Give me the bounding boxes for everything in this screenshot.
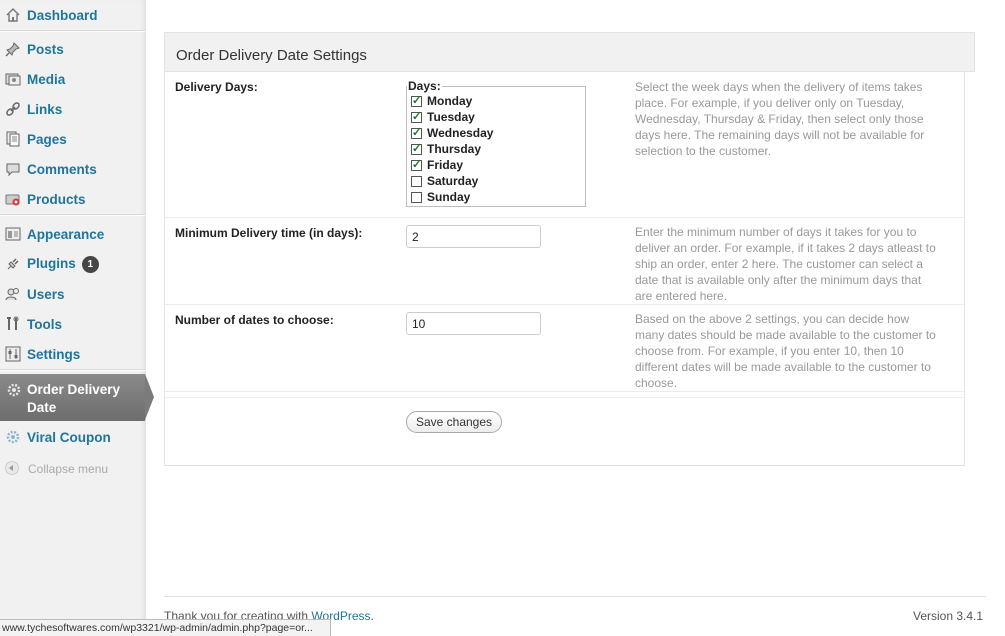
checkbox-wednesday[interactable] (411, 126, 422, 139)
menu-dashboard[interactable]: Dashboard (0, 0, 145, 30)
save-changes-button[interactable]: Save changes (406, 411, 502, 433)
menu-products[interactable]: Products (0, 184, 145, 214)
menu-media[interactable]: Media (0, 64, 145, 94)
menu-plugins-label: Plugins 1 (27, 255, 99, 273)
admin-sidebar: Dashboard Posts Media Links Pages Commen… (0, 0, 154, 636)
menu-plugins-text: Plugins (27, 255, 76, 271)
menu-links-label: Links (27, 101, 63, 117)
num-dates-input[interactable] (406, 312, 541, 335)
menu-separator (0, 214, 145, 216)
menu-pages[interactable]: Pages (0, 124, 145, 154)
menu-separator (0, 30, 145, 32)
media-icon (5, 73, 21, 86)
row-divider (165, 217, 965, 218)
min-delivery-label: Minimum Delivery time (in days): (175, 226, 363, 240)
row-divider (165, 397, 965, 398)
menu-tools-label: Tools (27, 316, 62, 332)
gear-icon (7, 383, 21, 397)
days-legend: Days: (407, 79, 442, 93)
footer-divider (164, 596, 986, 597)
menu-dashboard-label: Dashboard (27, 7, 98, 23)
menu-media-label: Media (27, 71, 66, 87)
browser-status-bar: www.tychesoftwares.com/wp3321/wp-admin/a… (0, 619, 331, 636)
checkbox-tuesday[interactable] (411, 110, 422, 123)
footer-version: Version 3.4.1 (913, 609, 984, 623)
menu-order-delivery-date-label: Order Delivery Date (27, 382, 121, 415)
delivery-days-label: Delivery Days: (175, 80, 258, 94)
menu-posts-label: Posts (27, 41, 64, 57)
day-label: Thursday (427, 142, 482, 156)
menu-order-delivery-date[interactable]: Order Delivery Date (0, 374, 154, 421)
tools-icon (7, 316, 19, 330)
menu-comments[interactable]: Comments (0, 154, 145, 184)
row-divider (165, 391, 965, 392)
menu-users-label: Users (27, 286, 65, 302)
collapse-menu-label: Collapse menu (28, 462, 109, 476)
gear-icon (6, 430, 20, 444)
day-label: Wednesday (427, 126, 494, 140)
menu-comments-label: Comments (27, 161, 97, 177)
plug-icon (7, 258, 19, 270)
update-count-badge: 1 (81, 255, 99, 273)
min-delivery-description: Enter the minimum number of days it take… (635, 225, 936, 303)
num-dates-description: Based on the above 2 settings, you can d… (635, 312, 936, 390)
current-menu-arrow (145, 374, 154, 420)
checkbox-monday[interactable] (411, 94, 422, 107)
checkbox-sunday[interactable] (411, 192, 422, 203)
day-label: Saturday (427, 174, 479, 188)
checkbox-saturday[interactable] (411, 176, 422, 187)
collapse-arrow-icon (5, 461, 19, 475)
menu-posts[interactable]: Posts (0, 34, 145, 64)
menu-plugins[interactable]: Plugins 1 (0, 249, 145, 279)
users-icon (5, 288, 19, 301)
comment-bubble-icon (6, 163, 20, 177)
settings-panel: Order Delivery Date Settings Delivery Da… (164, 32, 975, 466)
products-icon (5, 194, 20, 206)
delivery-days-description: Select the week days when the delivery o… (635, 80, 925, 158)
menu-viral-coupon[interactable]: Viral Coupon (0, 422, 145, 452)
settings-sliders-icon (5, 346, 21, 362)
menu-tools[interactable]: Tools (0, 309, 145, 339)
day-label: Tuesday (427, 110, 475, 124)
menu-settings-label: Settings (27, 346, 81, 362)
page-title: Order Delivery Date Settings (176, 47, 367, 64)
panel-header: Order Delivery Date Settings (164, 32, 975, 72)
menu-appearance-label: Appearance (27, 226, 105, 242)
link-icon (6, 102, 20, 116)
day-label: Sunday (427, 190, 471, 204)
min-delivery-input[interactable] (406, 225, 541, 248)
collapse-menu-button[interactable]: Collapse menu (0, 458, 145, 480)
home-icon (6, 8, 20, 22)
menu-appearance[interactable]: Appearance (0, 219, 145, 249)
footer-thanks-suffix: . (370, 609, 374, 623)
row-divider (165, 304, 965, 305)
menu-products-label: Products (27, 191, 86, 207)
day-label: Monday (427, 94, 473, 108)
checkbox-thursday[interactable] (411, 142, 422, 155)
num-dates-label: Number of dates to choose: (175, 313, 334, 327)
menu-separator (0, 369, 145, 371)
day-label: Friday (427, 158, 464, 172)
menu-links[interactable]: Links (0, 94, 145, 124)
checkbox-friday[interactable] (411, 158, 422, 171)
appearance-icon (5, 227, 21, 241)
pages-icon (6, 131, 20, 147)
pushpin-icon (5, 42, 20, 57)
menu-settings[interactable]: Settings (0, 339, 145, 369)
menu-users[interactable]: Users (0, 279, 145, 309)
menu-viral-coupon-label: Viral Coupon (27, 429, 111, 445)
menu-pages-label: Pages (27, 131, 67, 147)
